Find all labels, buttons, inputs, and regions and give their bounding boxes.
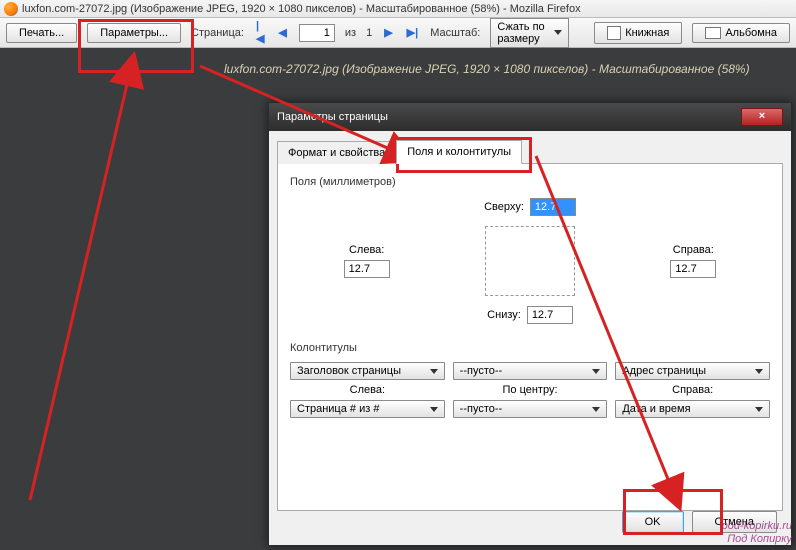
dialog-body: Формат и свойства Поля и колонтитулы Пол… [269, 131, 791, 511]
chevron-down-icon [592, 407, 600, 412]
scale-select[interactable]: Сжать по размеру [490, 18, 569, 48]
margin-left-label: Слева: [349, 244, 384, 256]
tab-margins[interactable]: Поля и колонтитулы [396, 140, 522, 164]
hf-footer-right-select[interactable]: Дата и время [615, 400, 770, 418]
hf-footer-left-select[interactable]: Страница # из # [290, 400, 445, 418]
page-number-input[interactable] [299, 24, 335, 42]
margin-bottom-label: Снизу: [487, 309, 521, 321]
dialog-close-button[interactable]: × [741, 108, 783, 126]
watermark: pod-kopirku.ru Под Копирку [722, 520, 792, 546]
chevron-down-icon [554, 30, 562, 35]
chevron-down-icon [755, 369, 763, 374]
document-header-caption: luxfon.com-27072.jpg (Изображение JPEG, … [224, 62, 750, 76]
first-page-icon[interactable]: |◀ [254, 20, 266, 45]
landscape-orientation-button[interactable]: Альбомна [692, 23, 790, 43]
page-total: 1 [366, 27, 372, 39]
landscape-label: Альбомна [725, 27, 777, 39]
hf-header-center-select[interactable]: --пусто-- [453, 362, 608, 380]
dialog-title: Параметры страницы [277, 111, 388, 123]
hf-center-label: По центру: [453, 384, 608, 396]
ok-button[interactable]: OK [622, 511, 684, 533]
margin-right-input[interactable] [670, 260, 716, 278]
page-preview-box [485, 226, 575, 296]
chevron-down-icon [755, 407, 763, 412]
margin-right-label: Справа: [673, 244, 714, 256]
window-title: luxfon.com-27072.jpg (Изображение JPEG, … [22, 3, 581, 15]
watermark-line2: Под Копирку [722, 533, 792, 546]
hf-left-label: Слева: [290, 384, 445, 396]
margins-group-label: Поля (миллиметров) [290, 176, 770, 188]
hf-header-left-select[interactable]: Заголовок страницы [290, 362, 445, 380]
margin-left-input[interactable] [344, 260, 390, 278]
window-titlebar: luxfon.com-27072.jpg (Изображение JPEG, … [0, 0, 796, 18]
next-page-icon[interactable]: ▶ [382, 26, 394, 39]
page-label: Страница: [191, 27, 244, 39]
portrait-label: Книжная [625, 27, 669, 39]
print-preview-toolbar: Печать... Параметры... Страница: |◀ ◀ из… [0, 18, 796, 48]
dialog-titlebar: Параметры страницы × [269, 103, 791, 131]
chevron-down-icon [430, 407, 438, 412]
page-setup-button[interactable]: Параметры... [87, 23, 181, 43]
tab-format[interactable]: Формат и свойства [277, 141, 396, 164]
tab-panel-margins: Поля (миллиметров) Сверху: Слева: Справа… [277, 163, 783, 511]
chevron-down-icon [430, 369, 438, 374]
last-page-icon[interactable]: ▶| [405, 26, 421, 39]
hf-footer-row: Страница # из # --пусто-- Дата и время [290, 400, 770, 418]
portrait-orientation-button[interactable]: Книжная [594, 22, 682, 44]
headers-footers-section: Колонтитулы Заголовок страницы --пусто--… [290, 342, 770, 418]
dialog-tabs: Формат и свойства Поля и колонтитулы [277, 139, 783, 163]
hf-group-label: Колонтитулы [290, 342, 770, 354]
of-label: из [345, 27, 356, 39]
margin-top-input[interactable] [530, 198, 576, 216]
hf-right-label: Справа: [615, 384, 770, 396]
portrait-icon [607, 26, 621, 40]
print-button[interactable]: Печать... [6, 23, 77, 43]
scale-value: Сжать по размеру [497, 21, 548, 45]
margins-editor: Сверху: Слева: Справа: Снизу: [290, 198, 770, 324]
hf-header-row: Заголовок страницы --пусто-- Адрес стран… [290, 362, 770, 380]
hf-position-labels: Слева: По центру: Справа: [290, 384, 770, 396]
landscape-icon [705, 27, 721, 39]
scale-label: Масштаб: [430, 27, 480, 39]
watermark-line1: pod-kopirku.ru [722, 520, 792, 533]
margin-bottom-input[interactable] [527, 306, 573, 324]
firefox-icon [4, 2, 18, 16]
prev-page-icon[interactable]: ◀ [276, 26, 288, 39]
hf-footer-center-select[interactable]: --пусто-- [453, 400, 608, 418]
page-setup-dialog: Параметры страницы × Формат и свойства П… [268, 102, 792, 546]
hf-header-right-select[interactable]: Адрес страницы [615, 362, 770, 380]
margin-top-label: Сверху: [484, 201, 524, 213]
chevron-down-icon [592, 369, 600, 374]
